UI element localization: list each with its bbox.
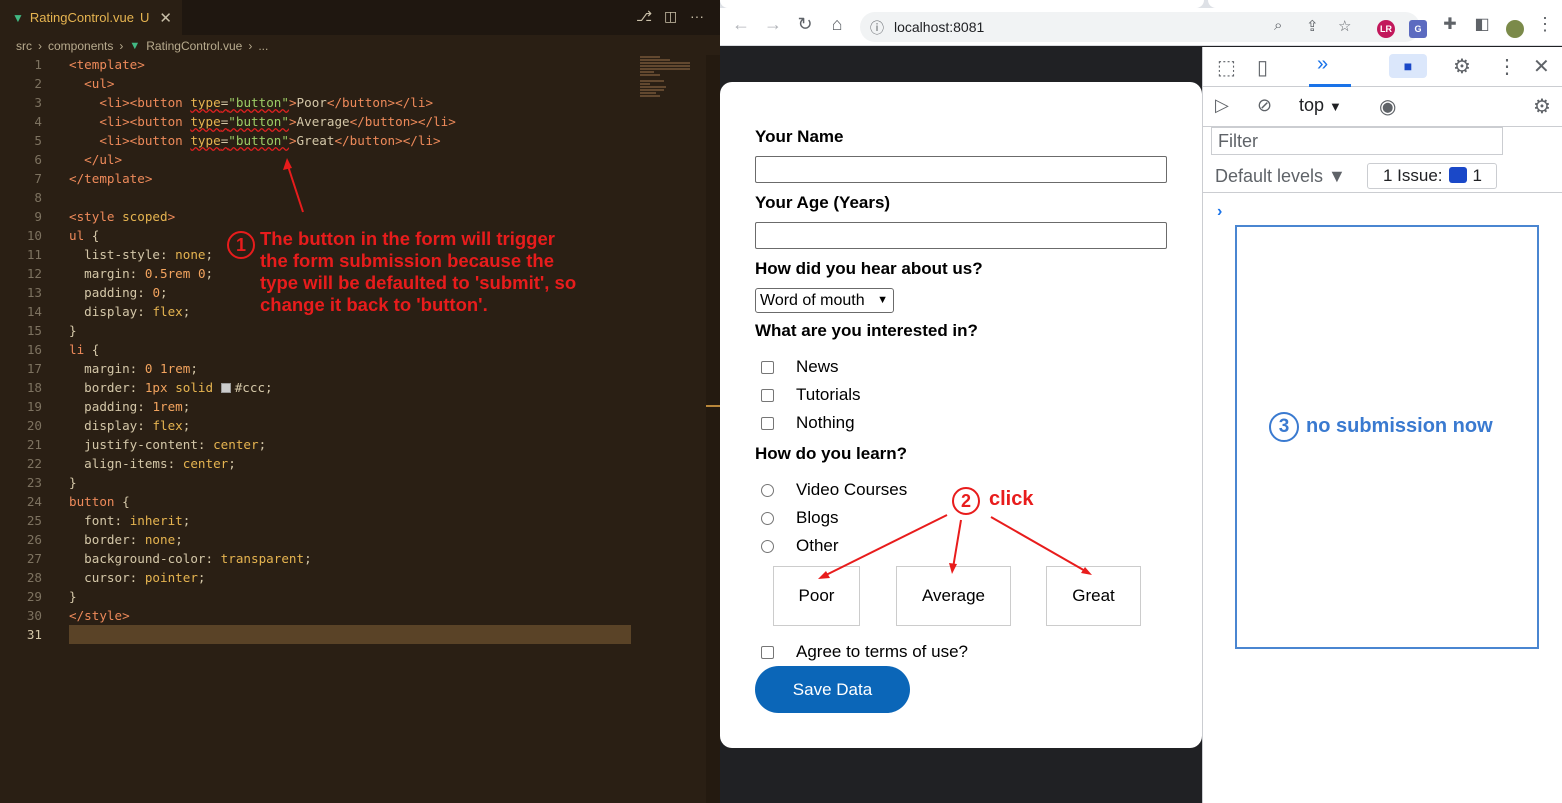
issue-icon: [1448, 167, 1467, 183]
devtools-panel: ⬚ ▯ » ■ ⚙ ⋮ ✕ ▷ ⊘ top ▼ ◉ ⚙ Filter Defau…: [1202, 47, 1562, 803]
annotation-line: The button in the form will trigger: [260, 228, 555, 249]
browser-window: ← → ↻ ⌂ ⓘ localhost:8081 ⌕ ⇪ ☆ LR G ✚ ◧ …: [720, 0, 1562, 803]
annotation-line: change it back to 'button'.: [260, 294, 488, 315]
annotation-line: the form submission because the: [260, 250, 555, 271]
reload-icon[interactable]: ↻: [792, 14, 818, 35]
extension-icon[interactable]: LR: [1377, 20, 1395, 38]
code-editor: ▼ RatingControl.vue U ✕ ⎇ ◫ ··· src › co…: [0, 0, 720, 803]
console-toolbar: ▷ ⊘ top ▼ ◉ ⚙: [1203, 87, 1562, 127]
home-icon[interactable]: ⌂: [824, 14, 850, 35]
star-icon[interactable]: ☆: [1338, 17, 1351, 35]
annotation-arrow-1: [283, 158, 304, 213]
puzzle-icon[interactable]: ✚: [1437, 14, 1463, 34]
device-toolbar-icon[interactable]: ▯: [1257, 55, 1268, 80]
browser-toolbar: ← → ↻ ⌂ ⓘ localhost:8081 ⌕ ⇪ ☆ LR G ✚ ◧ …: [720, 8, 1562, 46]
avatar[interactable]: [1506, 20, 1524, 38]
url-text: localhost:8081: [894, 19, 985, 35]
zoom-icon[interactable]: ⌕: [1274, 17, 1282, 34]
more-tabs-icon[interactable]: »: [1317, 53, 1328, 76]
annotation-number-1: 1: [227, 231, 255, 259]
annotation-number-2: 2: [952, 487, 980, 515]
browser-tab[interactable]: [1208, 0, 1562, 8]
log-levels-row: Default levels ▼ 1 Issue: 1: [1203, 159, 1562, 193]
devtools-main-toolbar: ⬚ ▯ » ■ ⚙ ⋮ ✕: [1203, 47, 1562, 87]
close-icon[interactable]: ✕: [1533, 54, 1550, 79]
console-prompt-icon[interactable]: ›: [1217, 203, 1222, 221]
address-bar[interactable]: ⓘ localhost:8081 ⌕ ⇪ ☆: [860, 12, 1420, 42]
back-icon[interactable]: ←: [728, 14, 754, 35]
context-select[interactable]: top ▼: [1299, 95, 1342, 116]
inspect-element-icon[interactable]: ⬚: [1217, 55, 1236, 80]
filter-input[interactable]: Filter: [1211, 127, 1503, 155]
info-icon[interactable]: ⓘ: [870, 18, 884, 38]
tab-strip: [720, 0, 1562, 8]
sidebar-toggle-icon[interactable]: ▷: [1215, 95, 1229, 116]
form-card: Your Name Your Age (Years) How did you h…: [720, 82, 1202, 748]
annotation-number-3: 3: [1269, 412, 1299, 442]
default-levels-dropdown[interactable]: Default levels ▼: [1215, 166, 1346, 187]
annotation-arrows-2: [818, 514, 1092, 579]
annotation-text-1: The button in the form will trigger the …: [260, 228, 576, 316]
forward-icon[interactable]: →: [760, 14, 786, 35]
clear-console-icon[interactable]: ⊘: [1257, 95, 1272, 116]
issues-label: 1 Issue:: [1383, 166, 1443, 185]
page-viewport: Your Name Your Age (Years) How did you h…: [720, 47, 1202, 803]
gear-icon[interactable]: ⚙: [1453, 54, 1471, 79]
chevron-down-icon: ▼: [1329, 99, 1342, 114]
annotation-text-2: click: [989, 488, 1034, 510]
translate-icon[interactable]: G: [1409, 20, 1427, 38]
side-panel-icon[interactable]: ◧: [1469, 14, 1495, 34]
annotation-line: type will be defaulted to 'submit', so: [260, 272, 577, 293]
issues-count: 1: [1472, 166, 1483, 185]
issues-button[interactable]: 1 Issue: 1: [1367, 163, 1497, 189]
context-value: top: [1299, 95, 1325, 115]
browser-tab[interactable]: [720, 0, 1204, 8]
annotation-text-3: no submission now: [1306, 415, 1493, 437]
share-icon[interactable]: ⇪: [1306, 17, 1319, 35]
kebab-menu-icon[interactable]: ⋮: [1532, 14, 1558, 35]
gear-icon[interactable]: ⚙: [1533, 94, 1551, 119]
kebab-menu-icon[interactable]: ⋮: [1497, 54, 1517, 79]
eye-icon[interactable]: ◉: [1379, 94, 1396, 119]
issues-chat-icon[interactable]: ■: [1389, 54, 1427, 78]
